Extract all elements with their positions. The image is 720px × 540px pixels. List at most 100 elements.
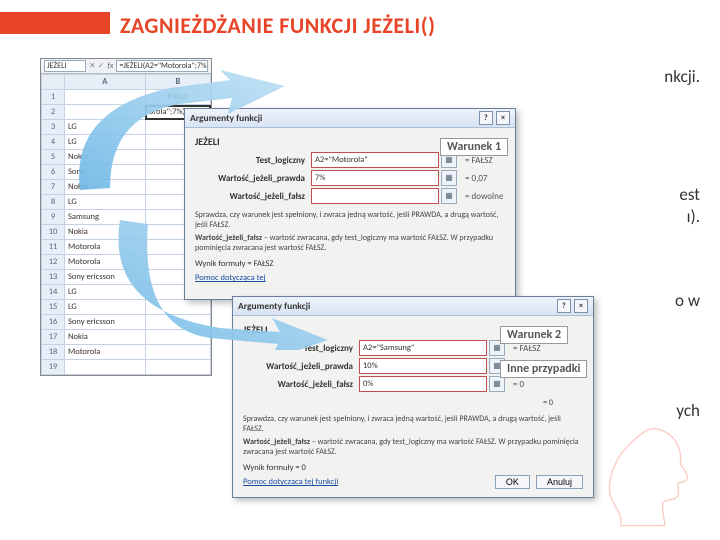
cell[interactable]: Sony ericsson (65, 315, 146, 330)
range-picker-icon[interactable]: ▦ (441, 188, 457, 204)
cell[interactable] (65, 105, 146, 120)
cell[interactable]: Sony (65, 165, 146, 180)
cell[interactable]: Rabat (145, 90, 210, 105)
range-picker-icon[interactable]: ▦ (441, 170, 457, 186)
cell[interactable] (145, 330, 210, 345)
fx-icon[interactable]: fx (107, 61, 113, 71)
iffalse-input[interactable] (311, 188, 439, 204)
formula-input[interactable]: =JEŻELI(A2="Motorola";7%) (116, 60, 208, 72)
row-header[interactable]: 2 (42, 105, 65, 120)
dialog-titlebar[interactable]: Argumenty funkcji ? × (185, 109, 515, 128)
row-header[interactable]: 14 (42, 285, 65, 300)
formula-result: Wynik formuły = 0 (243, 463, 583, 473)
bg-frag: o w (675, 290, 700, 312)
cell[interactable] (65, 90, 146, 105)
range-picker-icon[interactable]: ▦ (489, 376, 505, 392)
cell[interactable]: LG (65, 300, 146, 315)
bg-frag: ı). (687, 206, 700, 228)
iffalse-input[interactable]: 0% (359, 376, 487, 392)
cancel-icon[interactable]: ✕ (89, 61, 96, 71)
iffalse-eval: = 0 (513, 379, 524, 390)
function-args-dialog-1: Argumenty funkcji ? × JEŻELI Test_logicz… (184, 108, 516, 300)
bg-frag: ych (676, 400, 700, 422)
dialog-title: Argumenty funkcji (190, 112, 262, 124)
callout-warunek-1: Warunek 1 (440, 138, 508, 156)
row-header[interactable]: 12 (42, 255, 65, 270)
cell[interactable] (145, 300, 210, 315)
cell[interactable]: Motorola (65, 345, 146, 360)
test-label: Test_logiczny (243, 343, 359, 354)
test-input[interactable]: A2="Samsung" (359, 340, 487, 356)
bg-frag: nkcji. (664, 66, 700, 88)
iftrue-label: Wartość_jeżeli_prawda (195, 173, 311, 184)
iftrue-eval: = 0,07 (465, 173, 487, 184)
cell[interactable]: LG (65, 285, 146, 300)
help-link[interactable]: Pomoc dotycząca tej (195, 273, 266, 283)
dialog-help-text: Sprawdza, czy warunek jest spełniony, i … (195, 210, 505, 253)
row-header[interactable]: 17 (42, 330, 65, 345)
cell[interactable]: Nokia (65, 180, 146, 195)
dialog-help-text: Sprawdza, czy warunek jest spełniony, i … (243, 414, 583, 457)
iftrue-input[interactable]: 10% (359, 358, 487, 374)
cell[interactable]: Sony ericsson (65, 270, 146, 285)
cell[interactable] (145, 315, 210, 330)
iftrue-label: Wartość_jeżeli_prawda (243, 361, 359, 372)
name-box[interactable]: JEŻELI (44, 60, 86, 72)
row-header[interactable]: 18 (42, 345, 65, 360)
ok-button[interactable]: OK (495, 475, 530, 489)
cell[interactable]: LG (65, 120, 146, 135)
test-eval: = FAŁSZ (513, 343, 541, 354)
row-header[interactable]: 9 (42, 210, 65, 225)
bg-frag: est (679, 184, 700, 206)
test-label: Test_logiczny (195, 155, 311, 166)
close-icon[interactable]: × (496, 111, 510, 125)
col-header[interactable]: B (145, 75, 210, 90)
test-input[interactable]: A2="Motorola" (311, 152, 439, 168)
cell[interactable]: Nokia (65, 330, 146, 345)
cell[interactable]: Nokia (65, 225, 146, 240)
iffalse-label: Wartość_jeżeli_fałsz (243, 379, 359, 390)
row-header[interactable]: 7 (42, 180, 65, 195)
formula-result: Wynik formuły = FAŁSZ (195, 259, 505, 269)
result-eq: = 0 (243, 398, 583, 408)
close-icon[interactable]: × (574, 299, 588, 313)
row-header[interactable]: 15 (42, 300, 65, 315)
row-header[interactable]: 8 (42, 195, 65, 210)
row-header[interactable]: 1 (42, 90, 65, 105)
formula-bar: JEŻELI ✕ ✓ fx =JEŻELI(A2="Motorola";7%) (41, 59, 211, 74)
help-icon[interactable]: ? (557, 299, 571, 313)
iffalse-label: Wartość_jeżeli_fałsz (195, 191, 311, 202)
cell[interactable] (145, 360, 210, 375)
help-icon[interactable]: ? (479, 111, 493, 125)
row-header[interactable]: 11 (42, 240, 65, 255)
row-header[interactable]: 10 (42, 225, 65, 240)
cell[interactable]: LG (65, 135, 146, 150)
row-header[interactable]: 6 (42, 165, 65, 180)
help-link[interactable]: Pomoc dotycząca tej funkcji (243, 477, 338, 487)
cell[interactable]: Motorola (65, 240, 146, 255)
cell[interactable]: Motorola (65, 255, 146, 270)
dialog-titlebar[interactable]: Argumenty funkcji ? × (233, 297, 593, 316)
title-accent (0, 12, 110, 34)
row-header[interactable]: 13 (42, 270, 65, 285)
cell[interactable] (65, 360, 146, 375)
callout-inne-przypadki: Inne przypadki (500, 360, 587, 378)
row-header[interactable]: 16 (42, 315, 65, 330)
iffalse-eval: = dowolne (465, 191, 503, 202)
test-eval: = FAŁSZ (465, 155, 493, 166)
col-header[interactable]: A (65, 75, 146, 90)
iftrue-input[interactable]: 7% (311, 170, 439, 186)
cancel-button[interactable]: Anuluj (536, 475, 583, 489)
row-header[interactable]: 4 (42, 135, 65, 150)
row-header[interactable]: 19 (42, 360, 65, 375)
row-header[interactable]: 5 (42, 150, 65, 165)
callout-warunek-2: Warunek 2 (500, 326, 568, 344)
cell[interactable]: Nokia (65, 150, 146, 165)
cell[interactable] (145, 345, 210, 360)
corner-cell[interactable] (42, 75, 65, 90)
enter-icon[interactable]: ✓ (98, 61, 105, 71)
cell[interactable]: Samsung (65, 210, 146, 225)
row-header[interactable]: 3 (42, 120, 65, 135)
cell[interactable]: LG (65, 195, 146, 210)
decorative-head-icon (590, 420, 700, 530)
